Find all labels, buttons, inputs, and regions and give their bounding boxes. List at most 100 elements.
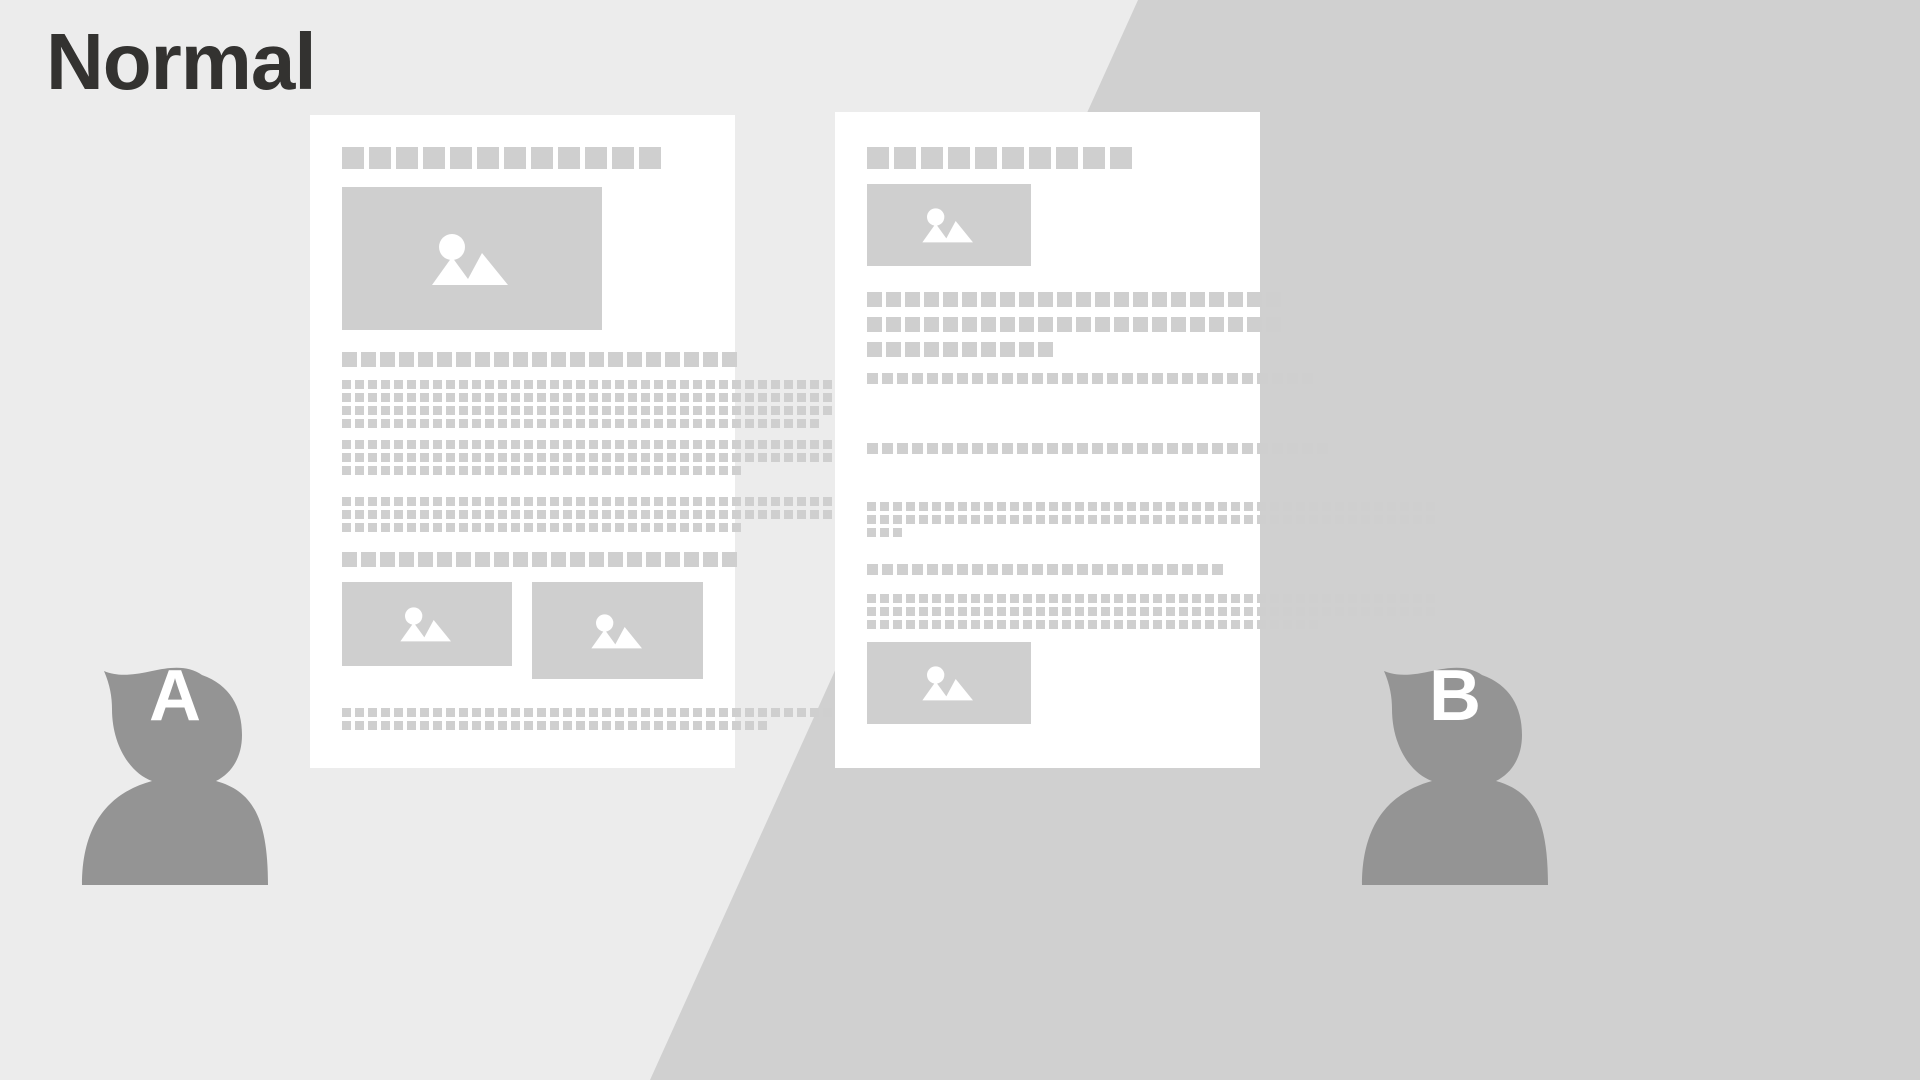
placeholder-block — [1075, 502, 1084, 511]
placeholder-text-line — [342, 406, 914, 419]
placeholder-text-line — [342, 380, 914, 393]
placeholder-block — [823, 708, 832, 717]
placeholder-block — [667, 721, 676, 730]
placeholder-block — [524, 708, 533, 717]
placeholder-block — [1205, 594, 1214, 603]
placeholder-block — [641, 406, 650, 415]
placeholder-block — [1322, 502, 1331, 511]
placeholder-block — [1153, 620, 1162, 629]
left-document[interactable] — [310, 115, 910, 768]
placeholder-block — [576, 510, 585, 519]
placeholder-block — [576, 419, 585, 428]
placeholder-block — [693, 523, 702, 532]
placeholder-block — [1062, 594, 1071, 603]
placeholder-block — [355, 406, 364, 415]
placeholder-block — [576, 721, 585, 730]
placeholder-block — [706, 440, 715, 449]
placeholder-block — [957, 564, 968, 575]
placeholder-block — [1049, 620, 1058, 629]
avatar-person-a[interactable]: A — [60, 585, 290, 885]
placeholder-block — [706, 453, 715, 462]
placeholder-block — [745, 497, 754, 506]
placeholder-block — [680, 497, 689, 506]
placeholder-block — [342, 497, 351, 506]
page-title: Normal — [46, 17, 317, 106]
placeholder-block — [407, 523, 416, 532]
placeholder-block — [627, 352, 642, 367]
placeholder-block — [962, 317, 977, 332]
placeholder-block — [706, 380, 715, 389]
placeholder-block — [693, 406, 702, 415]
placeholder-block — [1101, 620, 1110, 629]
placeholder-block — [628, 393, 637, 402]
placeholder-block — [459, 708, 468, 717]
placeholder-block — [485, 510, 494, 519]
placeholder-block — [537, 523, 546, 532]
placeholder-block — [641, 393, 650, 402]
placeholder-block — [1153, 607, 1162, 616]
placeholder-block — [1088, 607, 1097, 616]
placeholder-block — [563, 497, 572, 506]
placeholder-block — [1152, 292, 1167, 307]
placeholder-block — [589, 466, 598, 475]
placeholder-block — [719, 453, 728, 462]
placeholder-block — [1212, 443, 1223, 454]
placeholder-block — [654, 419, 663, 428]
placeholder-block — [680, 406, 689, 415]
placeholder-block — [602, 708, 611, 717]
placeholder-block — [1218, 620, 1227, 629]
placeholder-block — [1257, 607, 1266, 616]
placeholder-block — [1057, 317, 1072, 332]
placeholder-block — [972, 564, 983, 575]
placeholder-block — [1283, 594, 1292, 603]
placeholder-block — [511, 497, 520, 506]
placeholder-block — [537, 708, 546, 717]
placeholder-block — [1309, 594, 1318, 603]
placeholder-block — [732, 440, 741, 449]
placeholder-block — [472, 721, 481, 730]
placeholder-block — [407, 393, 416, 402]
paragraph-1 — [342, 380, 914, 432]
avatar-person-b[interactable]: B — [1340, 585, 1570, 885]
placeholder-block — [477, 147, 499, 169]
placeholder-text-line — [867, 317, 1285, 342]
placeholder-block — [906, 502, 915, 511]
placeholder-block — [693, 453, 702, 462]
placeholder-block — [919, 502, 928, 511]
placeholder-block — [475, 352, 490, 367]
placeholder-block — [745, 419, 754, 428]
placeholder-block — [1205, 620, 1214, 629]
placeholder-block — [1062, 515, 1071, 524]
placeholder-block — [693, 721, 702, 730]
placeholder-block — [418, 352, 433, 367]
placeholder-block — [693, 708, 702, 717]
lead-line — [867, 373, 1317, 386]
placeholder-block — [407, 708, 416, 717]
image-placeholder-icon — [432, 233, 508, 285]
placeholder-block — [1110, 147, 1132, 169]
placeholder-block — [1010, 515, 1019, 524]
placeholder-block — [784, 393, 793, 402]
placeholder-block — [602, 393, 611, 402]
document-title-blocks — [342, 147, 666, 169]
placeholder-block — [971, 515, 980, 524]
right-document[interactable] — [835, 112, 1435, 768]
placeholder-block — [945, 607, 954, 616]
placeholder-block — [446, 406, 455, 415]
placeholder-block — [1127, 607, 1136, 616]
placeholder-block — [550, 510, 559, 519]
placeholder-block — [589, 497, 598, 506]
placeholder-block — [459, 466, 468, 475]
placeholder-block — [997, 502, 1006, 511]
placeholder-block — [446, 497, 455, 506]
placeholder-block — [1166, 620, 1175, 629]
placeholder-block — [1038, 342, 1053, 357]
placeholder-block — [615, 510, 624, 519]
placeholder-block — [810, 453, 819, 462]
placeholder-text-line — [342, 453, 914, 466]
placeholder-block — [446, 523, 455, 532]
placeholder-block — [1227, 373, 1238, 384]
placeholder-block — [472, 440, 481, 449]
placeholder-block — [984, 502, 993, 511]
placeholder-block — [355, 393, 364, 402]
